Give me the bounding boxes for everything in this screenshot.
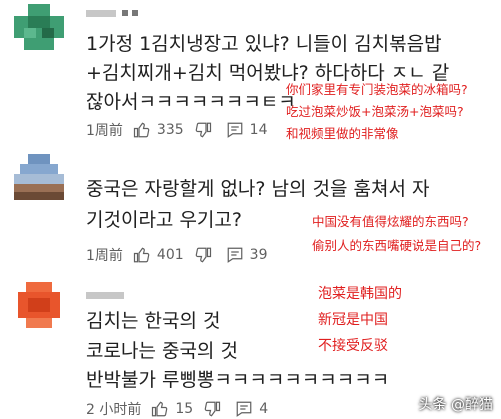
translation-line: 不接受反驳 (318, 338, 388, 354)
thumbs-up-icon[interactable] (133, 246, 151, 264)
comment-1: 1가정 1김치냉장고 있냐? 니들이 김치볶음밥 +김치찌개+김치 먹어봤냐? … (0, 0, 501, 145)
reply-count: 39 (249, 247, 268, 263)
translation-line: 中国没有值得炫耀的东西吗? (312, 214, 469, 229)
username-hidden[interactable] (86, 292, 124, 299)
reply-comment-icon[interactable] (226, 246, 244, 264)
comment-meta: 2 小时前 15 4 (86, 399, 278, 419)
comment-time: 1周前 (86, 248, 123, 264)
translation-line: 吃过泡菜炒饭+泡菜汤+泡菜吗? (286, 104, 464, 119)
comment-meta: 1周前 401 39 (86, 245, 277, 265)
translation-line: 泡菜是韩国的 (318, 286, 402, 302)
translation-line: 新冠是中国 (318, 312, 388, 328)
thumbs-down-icon[interactable] (203, 400, 221, 418)
reply-count: 4 (259, 401, 269, 417)
comment-text-line: 잖아서ㅋㅋㅋㅋㅋㅋㅋㅌㅋ (86, 91, 296, 113)
comment-text-line: 반박불가 루삥뽕ㅋㅋㅋㅋㅋㅋㅋㅋㅋㅋ (86, 369, 390, 391)
like-count: 401 (156, 247, 184, 263)
comment-time: 2 小时前 (86, 402, 142, 418)
thumbs-down-icon[interactable] (194, 121, 212, 139)
like-count: 335 (156, 122, 184, 138)
comment-text-line: 중국은 자랑할게 없나? 남의 것을 훔쳐서 자 (86, 178, 430, 200)
comment-text-line: 1가정 1김치냉장고 있냐? 니들이 김치볶음밥 (86, 33, 442, 55)
user-avatar[interactable] (14, 282, 64, 328)
thumbs-down-icon[interactable] (194, 246, 212, 264)
username-dot (132, 10, 138, 16)
watermark: 头条 @醉猫 (418, 397, 493, 413)
comment-2: 중국은 자랑할게 없나? 남의 것을 훔쳐서 자 기것이라고 우기고? 中国没有… (0, 145, 501, 275)
user-avatar[interactable] (14, 154, 64, 200)
reply-comment-icon[interactable] (235, 400, 253, 418)
comment-time: 1周前 (86, 123, 123, 139)
reply-comment-icon[interactable] (226, 121, 244, 139)
username-hidden[interactable] (86, 10, 116, 17)
translation-line: 偷别人的东西嘴硬说是自己的? (312, 238, 482, 253)
reply-count: 14 (249, 122, 268, 138)
username-dot (122, 10, 128, 16)
user-avatar[interactable] (14, 4, 64, 50)
like-count: 15 (175, 401, 194, 417)
thumbs-up-icon[interactable] (151, 400, 169, 418)
comment-text-line: 김치는 한국의 것 (86, 310, 221, 332)
translation-line: 你们家里有专门装泡菜的冰箱吗? (286, 82, 468, 97)
translation-line: 和视频里做的非常像 (286, 126, 399, 141)
comment-text-line: 기것이라고 우기고? (86, 209, 242, 231)
comment-meta: 1周前 335 14 (86, 120, 277, 140)
comment-text-line: 코로나는 중국의 것 (86, 340, 238, 362)
thumbs-up-icon[interactable] (133, 121, 151, 139)
